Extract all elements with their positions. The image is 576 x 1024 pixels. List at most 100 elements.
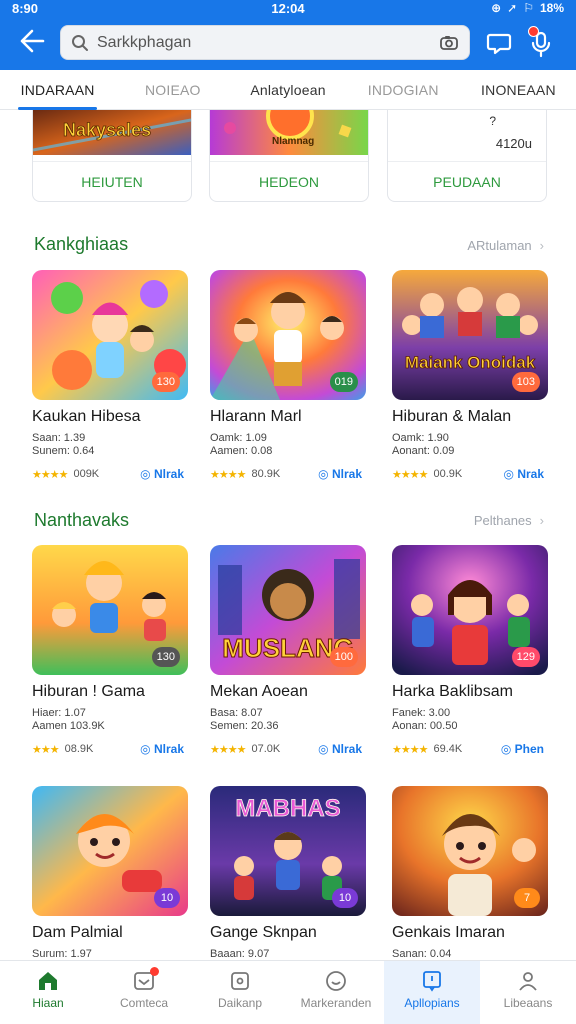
wifi-icon: ➚: [507, 1, 518, 15]
game-thumbnail: 130: [32, 270, 188, 400]
home-icon: [36, 969, 60, 993]
game-card[interactable]: Maiank Onoidak 103 Hiburan & Malan Oamk:…: [392, 270, 550, 481]
star-rating: ★★★★: [32, 468, 68, 481]
top-card-3[interactable]: ? 4120u PEUDAAN: [387, 110, 547, 202]
rating-count: 00.9K: [433, 468, 463, 480]
game-meta-2: Sunem: 0.64: [32, 445, 95, 457]
link-icon: ◎: [500, 742, 512, 756]
game-thumbnail: MUSLANG 100: [210, 545, 366, 675]
top-card-2[interactable]: Nlamnag HEDEON: [209, 110, 369, 202]
rating-count: 009K: [73, 468, 100, 480]
status-time: 12:04: [271, 1, 305, 16]
nav-label: Daikanp: [217, 996, 263, 1010]
signal-icon: ⊕: [491, 1, 502, 15]
game-meta-2: Aamen: 0.08: [210, 445, 273, 457]
tab-5[interactable]: INONEAAN: [461, 70, 576, 109]
section-1-title: Kankghiaas: [34, 234, 129, 254]
section-2-more[interactable]: Pelthanes ›: [474, 513, 544, 528]
game-tag: 103: [511, 372, 540, 392]
game-card[interactable]: 130 Hiburan ! Gama Hiaer: 1.07 Aamen 103…: [32, 545, 190, 756]
game-tag: 10: [332, 888, 358, 908]
game-title: Mekan Aoean: [210, 683, 308, 700]
category-tabs: INDARAAN NOIEAO Anlatyloean INDOGIAN INO…: [0, 70, 576, 110]
game-rating-row: ★★★★ 07.0K ◎ Nlrak: [210, 742, 368, 756]
game-link-label: Phen: [514, 742, 544, 756]
game-title: Gange Sknpan: [210, 924, 317, 941]
top-card-3-marker: ?: [489, 114, 496, 128]
battery-level: 18%: [539, 1, 564, 15]
nav-profile[interactable]: Libeaans: [480, 961, 576, 1024]
nav-badge: [150, 967, 159, 976]
game-card[interactable]: MABHAS 10 Gange Sknpan Baaan: 9.07: [210, 786, 368, 961]
game-thumbnail: 019: [210, 270, 366, 400]
rating-count: 07.0K: [251, 743, 281, 755]
star-rating: ★★★★: [210, 743, 246, 756]
game-link-label: Nlrak: [331, 742, 362, 756]
top-card-1[interactable]: Nakysales HEIUTEN: [32, 110, 192, 202]
top-card-1-button[interactable]: HEIUTEN: [33, 161, 191, 201]
game-card[interactable]: 7 Genkais Imaran Sanan: 0.04: [392, 786, 550, 961]
game-card[interactable]: MUSLANG 100 Mekan Aoean Basa: 8.07 Semen…: [210, 545, 368, 756]
wallet-icon: [228, 969, 252, 993]
section-1-more[interactable]: ARtulaman ›: [467, 238, 544, 253]
link-icon: ◎: [140, 467, 151, 481]
game-card[interactable]: 130 Kaukan Hibesa Saan: 1.39 Sunem: 0.64…: [32, 270, 190, 481]
game-meta-2: Aamen 103.9K: [32, 720, 105, 732]
game-link-label: Nlrak: [153, 742, 184, 756]
game-rating-row: ★★★ 08.9K ◎ Nlrak: [32, 742, 190, 756]
game-title: Dam Palmial: [32, 924, 123, 941]
camera-icon[interactable]: [439, 34, 459, 57]
status-bar: 8:90 12:04 ⊕ ➚ ⚐ 18%: [0, 0, 576, 18]
game-tag: 7: [514, 888, 540, 908]
back-arrow-icon[interactable]: [18, 28, 50, 56]
link-icon: ◎: [318, 742, 329, 756]
section-2-title: Nanthavaks: [34, 510, 130, 530]
game-tag: 100: [329, 647, 358, 667]
game-card[interactable]: 019 Hlarann Marl Oamk: 1.09 Aamen: 0.08 …: [210, 270, 368, 481]
search-bar[interactable]: [60, 25, 470, 60]
game-thumbnail: 130: [32, 545, 188, 675]
game-link[interactable]: ◎ Phen: [501, 742, 544, 756]
app-root: 8:90 12:04 ⊕ ➚ ⚐ 18% Sarkkphagan INDARAA…: [0, 0, 576, 1024]
top-card-1-logo: Nakysales: [63, 120, 151, 140]
message-icon[interactable]: [486, 30, 512, 61]
game-link-label: Nlrak: [331, 467, 362, 481]
game-link[interactable]: ◎ Nlrak: [140, 467, 184, 481]
nav-label: Hiaan: [32, 996, 64, 1010]
nav-label: Libeaans: [503, 996, 553, 1010]
game-tag: 129: [511, 647, 540, 667]
top-card-2-button[interactable]: HEDEON: [210, 161, 368, 201]
game-thumbnail: Maiank Onoidak 103: [392, 270, 548, 400]
game-thumbnail: 10: [32, 786, 188, 916]
search-input[interactable]: [97, 32, 457, 54]
nav-chat[interactable]: Markeranden: [288, 961, 384, 1024]
top-app-bar: 8:90 12:04 ⊕ ➚ ⚐ 18%: [0, 0, 576, 70]
tab-4[interactable]: INDOGIAN: [346, 70, 461, 109]
game-link-label: Nlrak: [153, 467, 184, 481]
tab-3[interactable]: Anlatyloean: [230, 70, 345, 109]
nav-applications[interactable]: Apllopians: [384, 961, 480, 1024]
game-meta-1: Oamk: 1.09: [210, 432, 267, 444]
game-rating-row: ★★★★ 009K ◎ Nlrak: [32, 467, 190, 481]
chevron-right-icon: ›: [539, 238, 544, 253]
top-card-3-button[interactable]: PEUDAAN: [388, 161, 546, 201]
nav-inbox[interactable]: Comteca: [96, 961, 192, 1024]
game-card[interactable]: 129 Harka Baklibsam Fanek: 3.00 Aonan: 0…: [392, 545, 550, 756]
game-link[interactable]: ◎ Nlrak: [140, 742, 184, 756]
tab-1[interactable]: INDARAAN: [0, 70, 115, 110]
game-logo-text: MABHAS: [235, 795, 340, 822]
nav-label: Apllopians: [404, 996, 460, 1010]
game-rating-row: ★★★★ 00.9K ◎ Nrak: [392, 467, 550, 481]
game-card[interactable]: 10 Dam Palmial Surum: 1.97: [32, 786, 190, 961]
game-meta-1: Oamk: 1.90: [392, 432, 449, 444]
nav-home[interactable]: Hiaan: [0, 961, 96, 1024]
game-link[interactable]: ◎ Nrak: [503, 467, 544, 481]
game-thumbnail: MABHAS 10: [210, 786, 366, 916]
game-link[interactable]: ◎ Nlrak: [318, 742, 362, 756]
tab-2[interactable]: NOIEAO: [115, 70, 230, 109]
game-link[interactable]: ◎ Nlrak: [318, 467, 362, 481]
alarm-icon: ⚐: [523, 1, 534, 15]
game-title: Harka Baklibsam: [392, 683, 513, 700]
nav-wallet[interactable]: Daikanp: [192, 961, 288, 1024]
star-rating: ★★★★: [392, 468, 428, 481]
